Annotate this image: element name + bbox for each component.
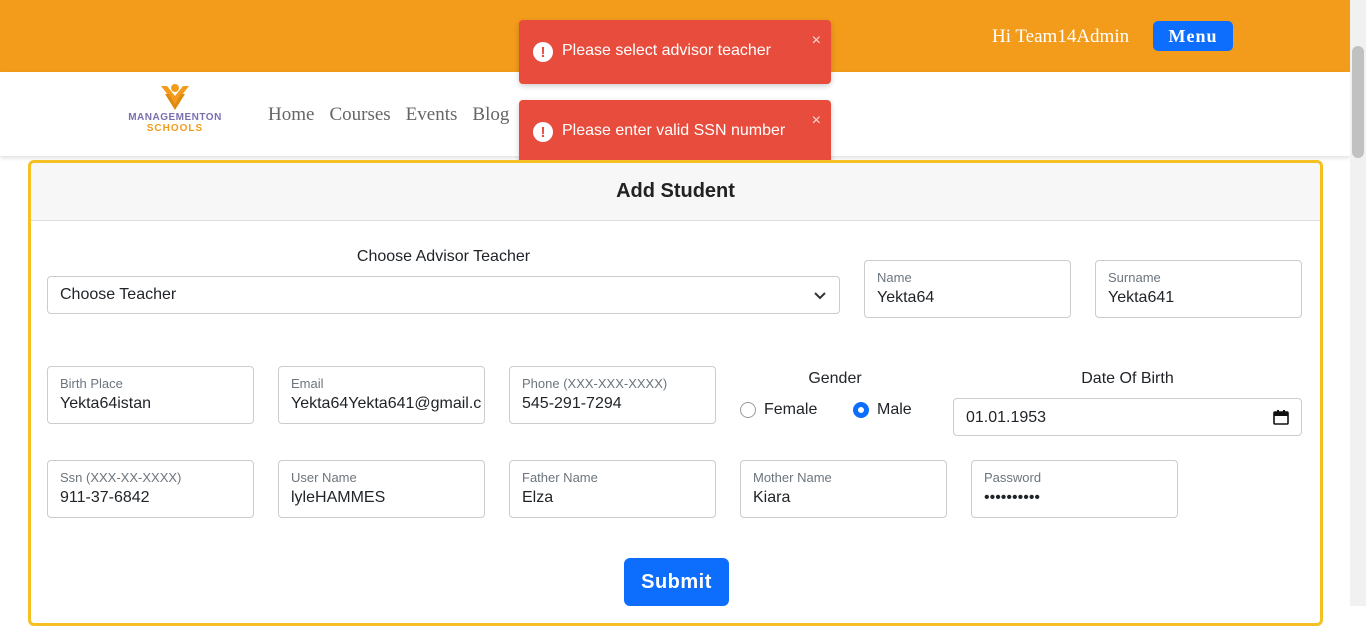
- alert-icon: !: [533, 122, 553, 142]
- nav-item-blog[interactable]: Blog: [472, 104, 509, 126]
- dob-input[interactable]: 01.01.1953: [953, 398, 1302, 436]
- submit-button[interactable]: Submit: [624, 558, 729, 606]
- logo-text-bottom: SCHOOLS: [146, 123, 204, 134]
- father-name-value: Elza: [522, 489, 554, 506]
- mother-name-field[interactable]: Mother Name Kiara: [740, 460, 947, 518]
- advisor-select-value: Choose Teacher: [60, 286, 177, 303]
- menu-button[interactable]: Menu: [1153, 21, 1233, 51]
- logo-text-top: MANAGEMENTON: [128, 112, 222, 123]
- toast-message: Please select advisor teacher: [562, 42, 771, 59]
- male-label: Male: [877, 401, 912, 418]
- password-label: Password: [984, 470, 1042, 485]
- error-toast: ! Please select advisor teacher ×: [519, 20, 831, 84]
- birth-place-label: Birth Place: [60, 376, 123, 391]
- female-radio[interactable]: [740, 402, 756, 418]
- username-label: User Name: [291, 470, 357, 485]
- birth-place-field[interactable]: Birth Place Yekta64istan: [47, 366, 254, 424]
- phone-value: 545-291-7294: [522, 395, 622, 412]
- email-label: Email: [291, 376, 324, 391]
- nav-links: Home Courses Events Blog: [268, 104, 509, 126]
- page-scrollbar[interactable]: [1350, 0, 1366, 606]
- close-icon[interactable]: ×: [812, 32, 821, 50]
- password-value: ••••••••••: [984, 489, 1041, 506]
- name-value: Yekta64: [877, 289, 935, 306]
- toast-message: Please enter valid SSN number: [562, 122, 786, 139]
- scrollbar-thumb[interactable]: [1352, 46, 1364, 158]
- nav-item-courses[interactable]: Courses: [329, 104, 390, 126]
- email-field[interactable]: Email Yekta64Yekta641@gmail.com: [278, 366, 485, 424]
- surname-field[interactable]: Surname Yekta641: [1095, 260, 1302, 318]
- father-name-label: Father Name: [522, 470, 598, 485]
- nav-item-home[interactable]: Home: [268, 104, 314, 126]
- dob-value: 01.01.1953: [966, 409, 1047, 426]
- calendar-icon[interactable]: [1273, 409, 1289, 425]
- user-greeting: Hi Team14Admin: [992, 26, 1130, 47]
- username-field[interactable]: User Name lyleHAMMES: [278, 460, 485, 518]
- ssn-field[interactable]: Ssn (XXX-XX-XXXX) 911-37-6842: [47, 460, 254, 518]
- mother-name-value: Kiara: [753, 489, 791, 506]
- card-title: Add Student: [31, 163, 1320, 221]
- alert-icon: !: [533, 42, 553, 62]
- name-field[interactable]: Name Yekta64: [864, 260, 1071, 318]
- close-icon[interactable]: ×: [812, 112, 821, 130]
- gender-male-option[interactable]: Male: [853, 401, 912, 419]
- name-label: Name: [877, 270, 912, 285]
- chevron-down-icon: [814, 292, 826, 300]
- phone-label: Phone (XXX-XXX-XXXX): [522, 376, 668, 391]
- surname-value: Yekta641: [1108, 289, 1175, 306]
- gender-female-option[interactable]: Female: [740, 401, 817, 419]
- email-value: Yekta64Yekta641@gmail.com: [291, 395, 482, 412]
- logo-icon: [161, 84, 189, 110]
- site-logo[interactable]: MANAGEMENTON SCHOOLS: [120, 82, 230, 146]
- password-field[interactable]: Password ••••••••••: [971, 460, 1178, 518]
- surname-label: Surname: [1108, 270, 1161, 285]
- username-value: lyleHAMMES: [291, 489, 386, 506]
- birth-place-value: Yekta64istan: [60, 395, 152, 412]
- ssn-value: 911-37-6842: [60, 489, 150, 506]
- phone-field[interactable]: Phone (XXX-XXX-XXXX) 545-291-7294: [509, 366, 716, 424]
- female-label: Female: [764, 401, 818, 418]
- mother-name-label: Mother Name: [753, 470, 832, 485]
- error-toast: ! Please enter valid SSN number ×: [519, 100, 831, 164]
- advisor-teacher-select[interactable]: Choose Teacher: [47, 276, 840, 314]
- dob-label: Date Of Birth: [1081, 370, 1174, 387]
- male-radio[interactable]: [853, 402, 869, 418]
- gender-label: Gender: [808, 370, 862, 387]
- ssn-label: Ssn (XXX-XX-XXXX): [60, 470, 182, 485]
- advisor-label: Choose Advisor Teacher: [356, 248, 531, 265]
- nav-item-events[interactable]: Events: [406, 104, 458, 126]
- father-name-field[interactable]: Father Name Elza: [509, 460, 716, 518]
